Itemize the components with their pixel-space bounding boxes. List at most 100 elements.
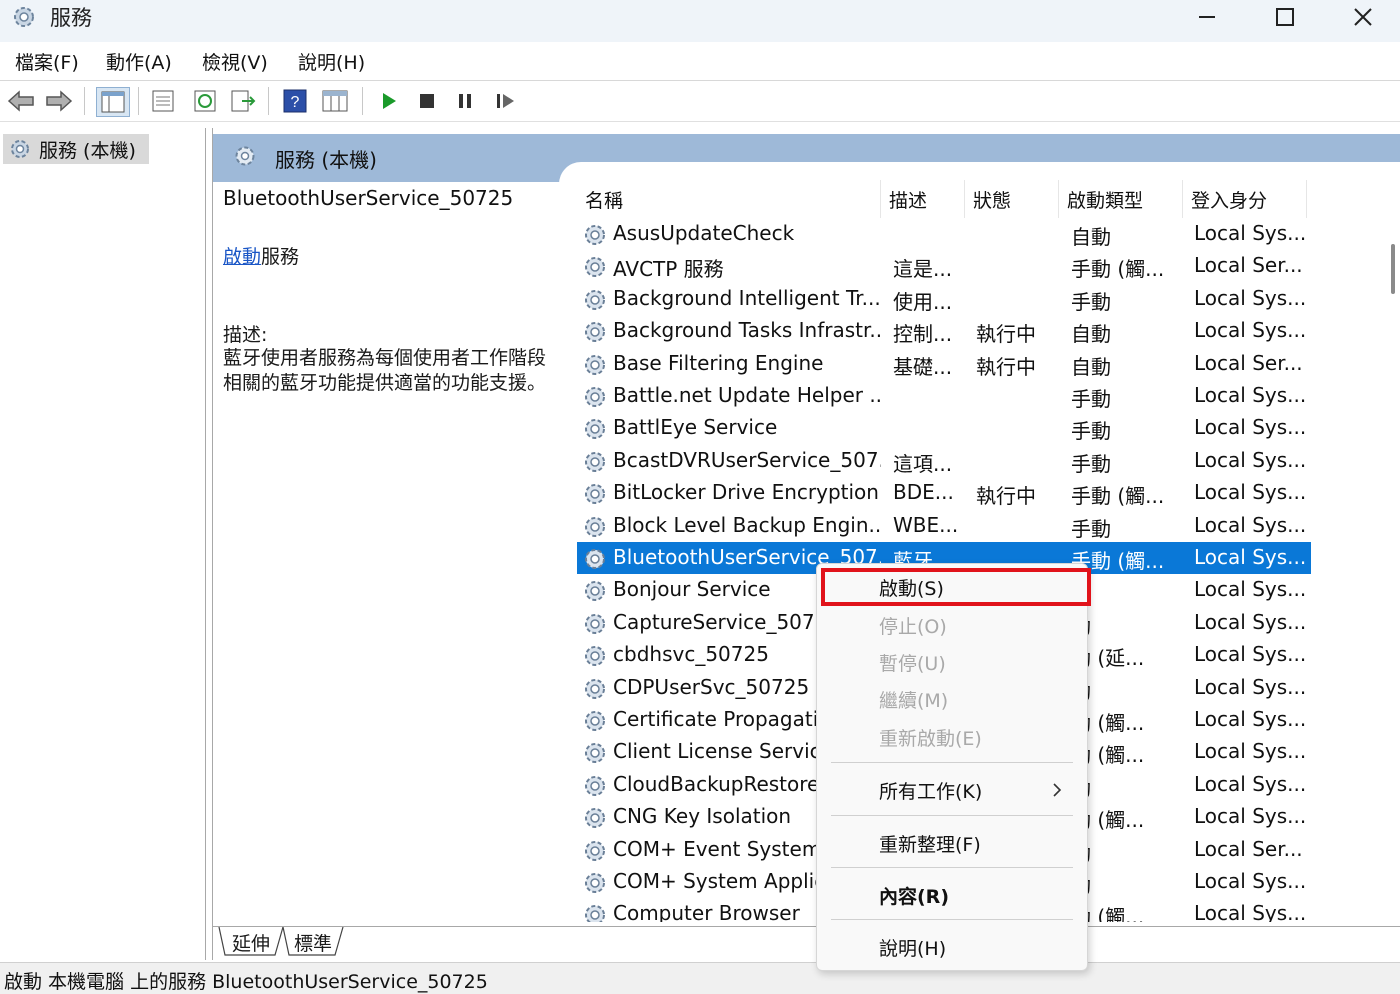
cell-name: BattlEye Service xyxy=(613,415,778,440)
service-gear-icon xyxy=(585,840,605,861)
properties-button[interactable] xyxy=(148,87,178,115)
context-menu-help[interactable]: 說明(H) xyxy=(879,934,946,961)
service-gear-icon xyxy=(585,354,605,375)
menu-help[interactable]: 說明(H) xyxy=(298,48,365,75)
forward-button[interactable] xyxy=(44,87,74,115)
gear-icon xyxy=(581,675,609,708)
cell-name: BcastDVRUserService_507... xyxy=(613,447,881,472)
scrollbar-thumb[interactable] xyxy=(1391,244,1395,294)
tree-item-services-local[interactable]: 服務 (本機) xyxy=(3,134,149,164)
tab-extended[interactable]: 延伸 xyxy=(225,927,277,957)
table-row[interactable]: Base Filtering Engine 基礎... 執行中 自動 Local Ser… xyxy=(577,348,1311,380)
console-tree-button[interactable] xyxy=(96,87,130,117)
table-row[interactable]: BcastDVRUserService_507... 這項... 手動 Local S… xyxy=(577,445,1311,477)
table-row[interactable]: BitLocker Drive Encryption... BDE... 執行中 手動… xyxy=(577,477,1311,509)
resume-service-button[interactable] xyxy=(490,87,520,115)
start-service-button[interactable] xyxy=(374,87,404,115)
context-menu-refresh[interactable]: 重新整理(F) xyxy=(879,830,981,857)
cell-login: Local Ser... xyxy=(1194,350,1303,375)
description-text: 藍牙使用者服務為每個使用者工作階段相關的藍牙功能提供適當的功能支援。 xyxy=(223,347,547,394)
start-service-link[interactable]: 啟動 xyxy=(223,246,261,268)
cell-start: 手動 (觸... xyxy=(1071,484,1165,509)
table-row[interactable]: AVCTP 服務 這是... 手動 (觸... Local Ser... xyxy=(577,250,1311,282)
close-icon xyxy=(1354,8,1372,26)
cell-desc: BDE... xyxy=(893,480,954,505)
cell-start: 手動 xyxy=(1071,289,1111,314)
refresh-icon xyxy=(194,90,216,112)
tree-item-label: 服務 (本機) xyxy=(39,139,136,162)
maximize-icon xyxy=(1276,8,1294,26)
maximize-button[interactable] xyxy=(1246,0,1324,34)
cell-desc: 使用... xyxy=(893,289,953,314)
cell-login: Local Sys... xyxy=(1194,869,1306,893)
gear-icon xyxy=(581,772,609,805)
table-row[interactable]: Background Tasks Infrastr... 控制... 執行中 自動 Lo… xyxy=(577,315,1311,347)
cell-login: Local Sys... xyxy=(1194,512,1306,537)
gear-icon xyxy=(581,577,609,610)
column-header-status[interactable]: 狀態 xyxy=(965,180,1059,218)
gear-icon xyxy=(581,837,609,870)
cell-name: Background Intelligent Tr... xyxy=(613,285,881,310)
close-button[interactable] xyxy=(1324,0,1400,34)
context-menu-separator xyxy=(831,867,1073,868)
pause-icon xyxy=(459,94,471,108)
back-button[interactable] xyxy=(6,87,36,115)
selected-service-name: BluetoothUserService_50725 xyxy=(223,186,514,210)
vertical-scrollbar[interactable] xyxy=(1385,180,1399,922)
highlight-box xyxy=(821,568,1091,606)
stop-service-button[interactable] xyxy=(412,87,442,115)
export-list-button[interactable] xyxy=(228,87,258,115)
table-row[interactable]: Background Intelligent Tr... 使用... 手動 Local… xyxy=(577,283,1311,315)
cell-name: AVCTP 服務 xyxy=(613,257,724,282)
column-header-log-on-as[interactable]: 登入身分 xyxy=(1183,180,1307,218)
cell-state: 執行中 xyxy=(976,484,1036,509)
gear-icon xyxy=(581,739,609,772)
context-menu-restart[interactable]: 重新啟動(E) xyxy=(879,724,982,751)
service-gear-icon xyxy=(585,646,605,667)
description-pane: BluetoothUserService_50725 啟動服務 描述: 藍牙使用… xyxy=(213,182,563,922)
table-row[interactable]: BattlEye Service 手動 Local Sys... xyxy=(577,412,1311,444)
cell-start: 自動 xyxy=(1071,354,1111,379)
context-menu-stop[interactable]: 停止(O) xyxy=(879,612,947,639)
cell-name: AsusUpdateCheck xyxy=(613,221,795,245)
column-header-startup-type-label: 啟動類型 xyxy=(1067,189,1144,212)
toolbar-separator xyxy=(268,87,269,115)
view-button[interactable] xyxy=(320,87,350,115)
table-row[interactable]: AsusUpdateCheck 自動 Local Sys... xyxy=(577,218,1311,250)
cell-name: Base Filtering Engine xyxy=(613,350,824,375)
cell-start: 手動 xyxy=(1071,451,1111,476)
context-menu-all-tasks[interactable]: 所有工作(K) xyxy=(879,777,982,804)
minimize-button[interactable] xyxy=(1168,0,1246,34)
service-gear-icon xyxy=(585,808,605,829)
refresh-button[interactable] xyxy=(190,87,220,115)
menu-action[interactable]: 動作(A) xyxy=(106,48,172,75)
gear-icon xyxy=(581,415,609,448)
cell-login: Local Sys... xyxy=(1194,285,1306,310)
menu-file[interactable]: 檔案(F) xyxy=(15,48,79,75)
gear-icon xyxy=(581,642,609,675)
services-panel: 服務 (本機) BluetoothUserService_50725 啟動服務 … xyxy=(212,128,1400,960)
context-menu-properties[interactable]: 內容(R) xyxy=(879,882,949,909)
gear-icon xyxy=(581,610,609,643)
cell-login: Local Sys... xyxy=(1194,609,1306,634)
cell-login: Local Sys... xyxy=(1194,674,1306,699)
title-bar: 服務 xyxy=(0,0,1400,42)
service-gear-icon xyxy=(585,516,605,537)
table-row[interactable]: Block Level Backup Engin... WBE... 手動 Local… xyxy=(577,510,1311,542)
stop-icon xyxy=(420,94,434,108)
cell-login: Local Sys... xyxy=(1194,221,1306,245)
menu-view[interactable]: 檢視(V) xyxy=(202,48,268,75)
column-header-startup-type[interactable]: 啟動類型 xyxy=(1059,180,1183,218)
service-gear-icon xyxy=(585,743,605,764)
context-menu-pause[interactable]: 暫停(U) xyxy=(879,649,946,676)
cell-start: 手動 (觸... xyxy=(1071,257,1165,282)
gear-icon xyxy=(581,448,609,481)
pause-service-button[interactable] xyxy=(450,87,480,115)
help-button[interactable]: ? xyxy=(280,87,310,115)
column-header-description[interactable]: 描述 xyxy=(881,180,965,218)
start-service-row: 啟動服務 xyxy=(223,242,299,269)
table-row[interactable]: Battle.net Update Helper ... 手動 Local Sys.… xyxy=(577,380,1311,412)
console-tree-icon xyxy=(101,91,125,113)
tab-standard[interactable]: 標準 xyxy=(287,927,339,957)
context-menu-resume[interactable]: 繼續(M) xyxy=(879,686,948,713)
